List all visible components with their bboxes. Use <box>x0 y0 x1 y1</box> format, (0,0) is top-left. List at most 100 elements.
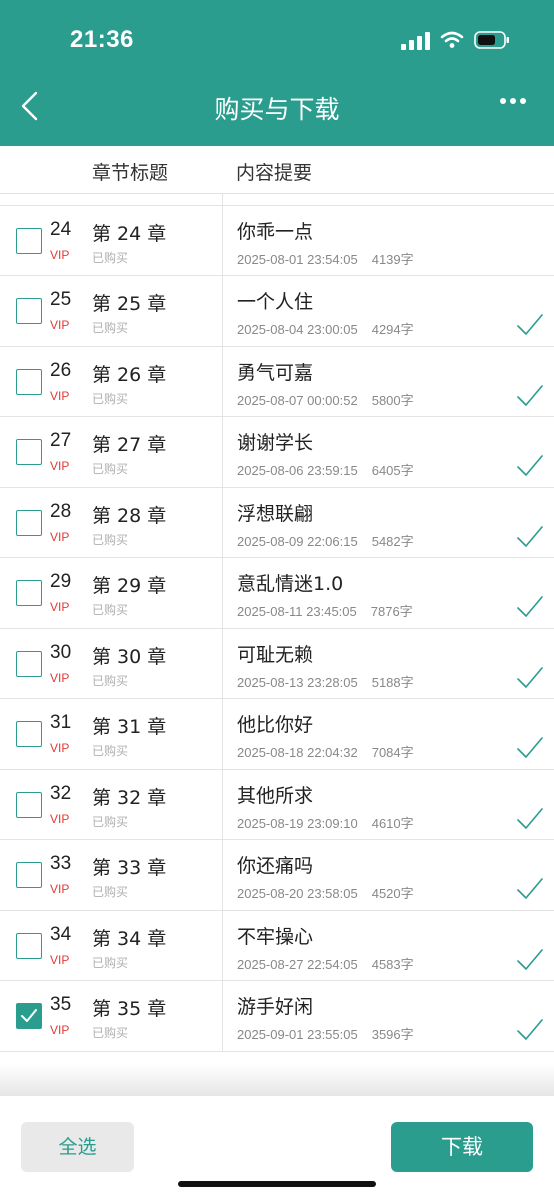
more-icon[interactable] <box>500 98 526 104</box>
chapter-row[interactable]: 34 VIP 第 34 章已购买 不牢操心 2025-08-27 22:54:05 458… <box>0 910 554 981</box>
chapter-number: 31 <box>50 712 72 733</box>
chapter-row[interactable]: 31 VIP 第 31 章已购买 他比你好 2025-08-18 22:04:32 708… <box>0 699 554 770</box>
vip-badge: VIP <box>50 459 70 473</box>
chapter-checkbox[interactable] <box>16 368 42 395</box>
chapter-checkbox[interactable] <box>16 298 42 324</box>
chapter-checkbox[interactable] <box>16 227 42 254</box>
vip-badge: VIP <box>50 529 70 544</box>
chapter-row[interactable]: 35 VIP 第 35 章已购买 游手好闲 2025-09-01 23:55:05 359… <box>0 981 554 1052</box>
chapter-word-count: 5188字 <box>371 674 414 690</box>
chapter-checkbox[interactable] <box>16 721 42 747</box>
chapter-checkbox[interactable] <box>16 862 42 888</box>
chapter-list-inner: VIP 已购买 2025-07-31 23:55:55 7542字 24 VIP 第 24 … <box>0 194 554 1052</box>
chapter-checkbox[interactable] <box>16 932 42 959</box>
vip-badge: VIP <box>50 1023 70 1037</box>
chapter-checkbox[interactable] <box>16 580 42 606</box>
purchase-status: 已购买 <box>92 885 129 899</box>
battery-icon <box>474 31 510 49</box>
chapter-checkbox-checked[interactable] <box>16 1003 42 1029</box>
chapter-word-count: 4610字 <box>371 815 414 831</box>
vip-badge: VIP <box>50 670 70 685</box>
chapter-title: 不牢操心 <box>237 925 314 948</box>
purchase-status: 已购买 <box>92 250 129 265</box>
chapter-label: 第 34 章 <box>92 927 167 950</box>
purchase-status: 已购买 <box>92 391 129 406</box>
chapter-label: 第 25 章 <box>92 293 167 315</box>
status-time: 21:36 <box>70 26 134 53</box>
column-divider <box>222 699 223 769</box>
chapter-date: 2025-08-27 22:54:05 <box>237 956 358 972</box>
downloaded-check-icon <box>517 878 543 904</box>
chapter-number: 29 <box>50 571 72 592</box>
chapter-label: 第 35 章 <box>92 998 167 1020</box>
chapter-list[interactable]: VIP 已购买 2025-07-31 23:55:55 7542字 24 VIP 第 24 … <box>0 194 554 1064</box>
chapter-label: 第 27 章 <box>92 434 167 456</box>
chapter-label: 第 33 章 <box>92 857 167 879</box>
chapter-title: 勇气可嘉 <box>237 361 314 384</box>
app-screen: 21:36 购买与下载 章节标题 内容提要 24 VIP 第 24 章 已购买 … <box>0 0 554 1200</box>
chapter-row[interactable]: 26 VIP 第 26 章已购买 勇气可嘉 2025-08-07 00:00:52 580… <box>0 346 554 417</box>
column-header: 章节标题 内容提要 <box>0 146 554 194</box>
downloaded-check-icon <box>517 737 543 763</box>
chapter-number: 30 <box>50 641 72 663</box>
downloaded-check-icon <box>517 384 543 411</box>
chapter-row[interactable]: 27 VIP 第 27 章已购买 谢谢学长 2025-08-06 23:59:15 640… <box>0 417 554 488</box>
signal-icon <box>401 30 430 50</box>
purchase-status: 已购买 <box>92 603 129 617</box>
chapter-row[interactable]: 25 VIP 第 25 章已购买 一个人住 2025-08-04 23:00:05 429… <box>0 276 554 347</box>
chapter-title: 游手好闲 <box>237 996 314 1018</box>
chapter-row[interactable]: 30 VIP 第 30 章已购买 可耻无赖 2025-08-13 23:28:05 518… <box>0 628 554 699</box>
chapter-label: 第 31 章 <box>92 716 167 738</box>
chapter-meta: 2025-08-18 22:04:32 7084字 <box>237 742 414 761</box>
purchase-status: 已购买 <box>92 321 129 335</box>
chapter-meta: 2025-08-27 22:54:05 4583字 <box>237 954 414 973</box>
column-chapter-title: 章节标题 <box>92 162 169 184</box>
chapter-label: 第 30 章 <box>92 645 167 668</box>
page-title: 购买与下载 <box>214 95 340 124</box>
chapter-checkbox[interactable] <box>16 439 42 465</box>
chapter-checkbox[interactable] <box>16 509 42 536</box>
downloaded-check-icon <box>517 455 543 481</box>
chapter-title: 谢谢学长 <box>237 432 314 454</box>
chapter-row[interactable]: 24 VIP 第 24 章已购买 你乖一点 2025-08-01 23:54:05 413… <box>0 205 554 276</box>
chapter-word-count: 6405字 <box>371 463 414 478</box>
chapter-word-count: 3596字 <box>371 1027 414 1042</box>
purchase-status: 已购买 <box>92 1026 129 1040</box>
column-divider <box>222 910 223 980</box>
chapter-word-count: 4294字 <box>371 322 414 337</box>
chapter-row[interactable]: 32 VIP 第 32 章已购买 其他所求 2025-08-19 23:09:10 461… <box>0 769 554 840</box>
chapter-row[interactable]: 28 VIP 第 28 章已购买 浮想联翩 2025-08-09 22:06:15 548… <box>0 487 554 558</box>
chapter-date: 2025-07-31 23:55:55 <box>237 194 358 196</box>
chapter-row[interactable]: 33 VIP 第 33 章已购买 你还痛吗 2025-08-20 23:58:05 452… <box>0 840 554 911</box>
downloaded-check-icon <box>517 596 543 622</box>
chapter-label: 第 28 章 <box>92 504 167 527</box>
chapter-word-count: 7084字 <box>371 745 414 760</box>
vip-badge: VIP <box>50 811 70 826</box>
chapter-meta: 2025-08-06 23:59:15 6405字 <box>237 460 414 479</box>
select-all-button[interactable]: 全选 <box>21 1122 134 1172</box>
vip-badge: VIP <box>50 741 70 755</box>
chapter-word-count: 5800字 <box>371 392 414 408</box>
downloaded-check-icon <box>517 948 543 975</box>
chapter-number: 25 <box>50 289 72 310</box>
chapter-date: 2025-08-06 23:59:15 <box>237 463 358 478</box>
chapter-checkbox[interactable] <box>16 791 42 818</box>
bottom-bar: 全选 下载 <box>0 1096 554 1200</box>
download-button[interactable]: 下载 <box>391 1122 533 1172</box>
chapter-row[interactable]: 29 VIP 第 29 章已购买 意乱情迷1.0 2025-08-11 23:45:05… <box>0 558 554 629</box>
chapter-meta: 2025-08-01 23:54:05 4139字 <box>237 249 414 268</box>
chapter-word-count: 4583字 <box>371 956 414 972</box>
column-divider <box>222 417 223 487</box>
chapter-date: 2025-08-11 23:45:05 <box>237 604 357 619</box>
home-indicator <box>178 1181 376 1187</box>
downloaded-check-icon <box>517 807 543 834</box>
chapter-label: 第 29 章 <box>92 575 167 597</box>
vip-badge: VIP <box>50 388 70 403</box>
chapter-checkbox[interactable] <box>16 650 42 677</box>
chapter-title: 一个人住 <box>237 291 314 313</box>
chapter-row[interactable]: VIP已购买2025-07-31 23:55:557542字 <box>0 194 554 206</box>
chapter-meta: 2025-08-20 23:58:05 4520字 <box>237 883 414 902</box>
purchase-status: 已购买 <box>92 673 129 688</box>
chapter-date: 2025-08-04 23:00:05 <box>237 322 358 337</box>
chapter-title: 意乱情迷1.0 <box>237 573 344 595</box>
